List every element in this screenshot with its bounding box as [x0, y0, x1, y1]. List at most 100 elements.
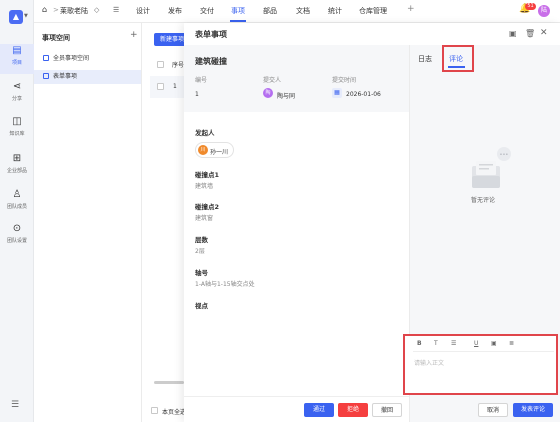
add-tab-button[interactable]: +: [407, 4, 415, 14]
home-icon[interactable]: ⌂: [42, 5, 47, 14]
image-icon[interactable]: ▣: [491, 340, 497, 347]
project-name[interactable]: 莱歌老陆: [60, 6, 88, 16]
field-value: 1-A轴与1-15轴交点处: [195, 281, 255, 288]
field-label: 轴号: [195, 269, 208, 277]
bold-icon[interactable]: B: [417, 340, 422, 347]
withdraw-button[interactable]: 撤回: [372, 403, 402, 417]
page-select-checkbox[interactable]: [151, 407, 158, 414]
sidebar-item-label: 全员事项空间: [53, 55, 90, 62]
tab-log[interactable]: 日志: [418, 54, 432, 64]
sidebar-title: 事项空间: [42, 34, 70, 42]
item-space-sidebar: 事项空间 + 全员事项空间 表单事项: [34, 23, 142, 422]
left-rail: ▲ ▼ ▤ 项目 ⋖ 分享 ◫ 知识库 ⊞ 企业部品 ♙ 团队成员 ⊙ 团队设置…: [0, 0, 34, 422]
cancel-button[interactable]: 取消: [478, 403, 508, 417]
submit-time-value: 2026-01-06: [346, 91, 381, 98]
form-icon: [43, 55, 49, 61]
field-label: 碰撞点1: [195, 171, 220, 179]
rail-item-label: 团队设置: [6, 238, 27, 244]
initiator-avatar: 川: [198, 145, 208, 155]
tab-design[interactable]: 设计: [136, 6, 150, 16]
share-icon: ⋖: [12, 81, 22, 92]
notification-badge: 51: [525, 3, 536, 10]
dialog-title: 表单事项: [195, 30, 227, 39]
calendar-icon: ▦: [332, 88, 342, 98]
grid-icon: ⊞: [12, 153, 22, 164]
users-icon: ♙: [12, 189, 22, 200]
empty-state-text: 暂无评论: [471, 197, 496, 204]
tab-parts[interactable]: 部品: [263, 6, 277, 16]
field-label: 视点: [195, 302, 208, 310]
field-label: 碰撞点2: [195, 203, 220, 211]
svg-text:•••: •••: [500, 152, 509, 158]
form-icon: [43, 73, 49, 79]
active-tab-underline: [230, 20, 246, 22]
horizontal-scrollbar[interactable]: [154, 381, 184, 384]
list-icon[interactable]: ☰: [113, 6, 119, 14]
close-icon[interactable]: ✕: [540, 28, 548, 38]
submitter-avatar: 陶: [263, 88, 273, 98]
rail-item-label: 团队成员: [6, 204, 27, 210]
field-value: 建筑窗: [195, 215, 214, 222]
sidebar-item-form-items[interactable]: 表单事项: [34, 70, 141, 84]
comment-input[interactable]: 请输入正文: [414, 358, 444, 367]
chevron-down-icon[interactable]: ▼: [24, 13, 28, 19]
text-size-icon[interactable]: T: [434, 340, 438, 347]
book-icon: ◫: [12, 116, 22, 127]
tab-stats[interactable]: 统计: [328, 6, 342, 16]
field-label: 层数: [195, 236, 208, 244]
tab-warehouse[interactable]: 仓库管理: [359, 6, 387, 16]
rail-item-parts[interactable]: ⊞ 企业部品: [0, 152, 34, 182]
align-icon[interactable]: ≣: [509, 340, 514, 347]
row-checkbox[interactable]: [157, 83, 164, 90]
underline-icon[interactable]: U: [474, 340, 478, 347]
item-detail-dialog: 表单事项 ▣ 🗑 ✕ 建筑碰撞 编号 提交人 提交时间 1 陶 陶与同 ▦ 20…: [184, 23, 560, 422]
tab-deliver[interactable]: 交付: [200, 6, 214, 16]
settings-icon: ⊙: [12, 223, 22, 234]
select-all-checkbox[interactable]: [157, 61, 164, 68]
rail-item-label: 分享: [11, 96, 22, 102]
save-icon[interactable]: ▣: [509, 29, 517, 38]
top-nav: ⌂ > 莱歌老陆 ◇ ☰ 设计 发布 交付 事项 部品 文档 统计 仓库管理 +…: [34, 0, 560, 23]
rail-item-label: 企业部品: [6, 168, 27, 174]
initiator-label: 发起人: [195, 129, 215, 137]
rail-item-share[interactable]: ⋖ 分享: [0, 80, 34, 110]
field-value: 2层: [195, 248, 205, 255]
user-avatar[interactable]: 陆: [538, 5, 550, 17]
rail-item-settings[interactable]: ⊙ 团队设置: [0, 222, 34, 252]
breadcrumb-separator: >: [53, 6, 59, 14]
add-space-button[interactable]: +: [130, 30, 138, 40]
tab-items[interactable]: 事项: [231, 6, 245, 16]
rail-item-project[interactable]: ▤ 项目: [0, 44, 34, 74]
select-page-label: 本页全选: [162, 409, 184, 416]
empty-comment-icon: •••: [472, 147, 511, 188]
col-header-no: 序号: [172, 62, 185, 69]
rail-item-label: 项目: [11, 60, 22, 66]
tab-docs[interactable]: 文档: [296, 6, 310, 16]
workspace-logo[interactable]: ▲: [9, 10, 23, 24]
footer-divider: [184, 396, 409, 397]
number-value: 1: [195, 91, 199, 98]
number-label: 编号: [195, 77, 208, 84]
table-row[interactable]: [150, 76, 184, 98]
tab-publish[interactable]: 发布: [168, 6, 182, 16]
list-icon[interactable]: ☰: [451, 340, 456, 347]
delete-icon[interactable]: 🗑: [525, 29, 535, 38]
submitter-value: 陶与同: [277, 93, 296, 100]
tab-comment[interactable]: 评论: [449, 54, 463, 64]
submitter-label: 提交人: [263, 77, 282, 84]
field-value: 建筑墙: [195, 183, 214, 190]
submit-time-label: 提交时间: [332, 77, 357, 84]
reject-button[interactable]: 拒绝: [338, 403, 368, 417]
publish-comment-button[interactable]: 发表评论: [513, 403, 553, 417]
rail-item-members[interactable]: ♙ 团队成员: [0, 188, 34, 218]
switch-icon[interactable]: ◇: [94, 6, 99, 14]
project-icon: ▤: [12, 45, 22, 56]
comment-tab-underline: [448, 66, 465, 68]
initiator-name: 孙一川: [210, 149, 229, 156]
menu-icon[interactable]: ☰: [11, 400, 19, 410]
sidebar-item-all-spaces[interactable]: 全员事项空间: [34, 52, 141, 66]
rail-item-label: 知识库: [9, 131, 25, 137]
sidebar-item-label: 表单事项: [53, 73, 78, 80]
approve-button[interactable]: 通过: [304, 403, 334, 417]
rail-item-knowledge[interactable]: ◫ 知识库: [0, 115, 34, 145]
